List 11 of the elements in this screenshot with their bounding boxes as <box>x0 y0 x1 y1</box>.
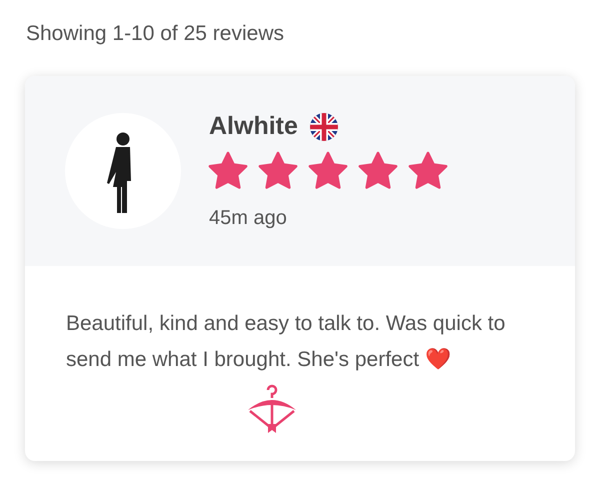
avatar-icon <box>65 112 181 228</box>
star-icon <box>307 151 349 192</box>
star-icon <box>207 151 249 192</box>
review-count: Showing 1-10 of 25 reviews <box>26 21 285 47</box>
star-icon <box>257 151 299 192</box>
star-icon <box>357 151 399 192</box>
star-icon <box>407 151 449 192</box>
reviewer-name: Alwhite <box>209 110 298 142</box>
review-text: Beautiful, kind and easy to talk to. Was quick to send me what I brought. She's perfect ❤ <box>66 310 506 372</box>
flag-icon <box>310 112 338 140</box>
review-time: 45m ago <box>209 206 288 232</box>
